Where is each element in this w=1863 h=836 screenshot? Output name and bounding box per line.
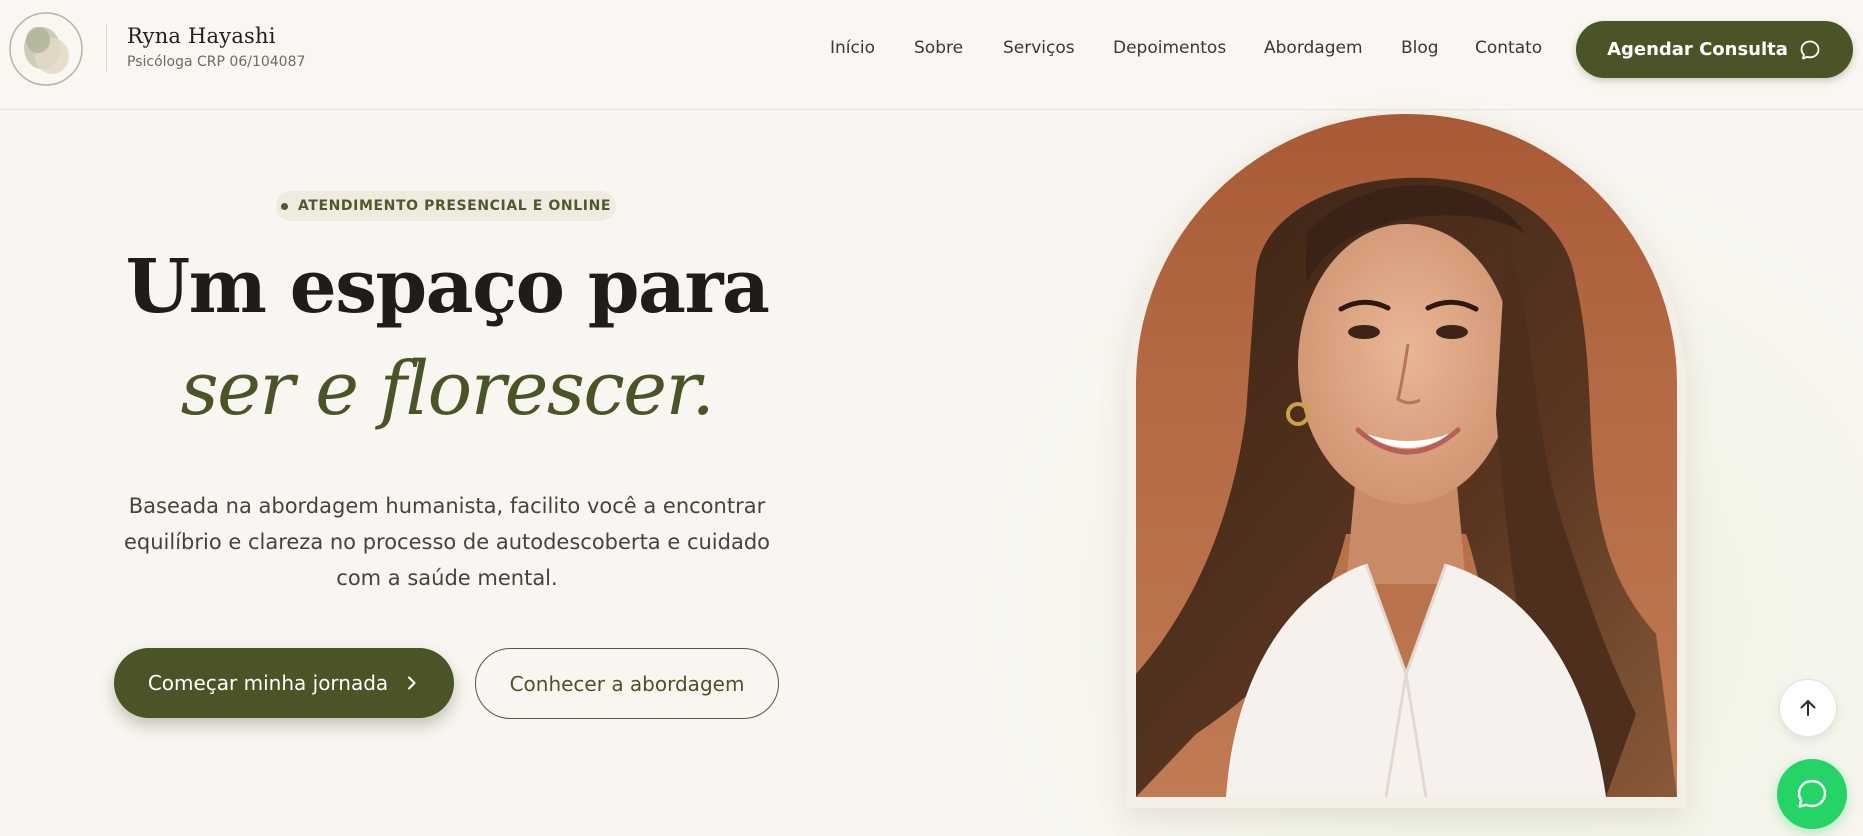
whatsapp-icon bbox=[1797, 779, 1827, 808]
nav-item-depoimentos[interactable]: Depoimentos bbox=[1113, 38, 1226, 58]
scroll-to-top-button[interactable] bbox=[1779, 679, 1837, 737]
service-badge: ATENDIMENTO PRESENCIAL E ONLINE bbox=[276, 191, 616, 221]
whatsapp-button[interactable] bbox=[1777, 759, 1847, 829]
badge-dot-icon bbox=[280, 202, 288, 210]
nav-item-abordagem[interactable]: Abordagem bbox=[1264, 38, 1363, 58]
primary-button-label: Começar minha jornada bbox=[147, 671, 389, 695]
conhecer-abordagem-button[interactable]: Conhecer a abordagem bbox=[475, 648, 779, 719]
portrait-illustration bbox=[1136, 177, 1677, 797]
nav-item-inicio[interactable]: Início bbox=[830, 38, 875, 58]
badge-label: ATENDIMENTO PRESENCIAL E ONLINE bbox=[297, 198, 612, 214]
chat-bubble-icon bbox=[1800, 40, 1820, 59]
comecar-jornada-button[interactable]: Começar minha jornada bbox=[114, 648, 454, 718]
site-header: Ryna Hayashi Psicóloga CRP 06/104087 Iní… bbox=[0, 0, 1863, 110]
hero-title-line2: ser e florescer. bbox=[180, 346, 715, 432]
agendar-consulta-button[interactable]: Agendar Consulta bbox=[1576, 21, 1853, 78]
nav-item-contato[interactable]: Contato bbox=[1475, 38, 1542, 58]
nav-item-blog[interactable]: Blog bbox=[1401, 38, 1439, 58]
nav-item-sobre[interactable]: Sobre bbox=[914, 38, 963, 58]
hero-title-line1: Um espaço para bbox=[125, 244, 770, 330]
chevron-right-icon bbox=[408, 676, 416, 690]
portrait-photo bbox=[1136, 114, 1677, 797]
arrow-up-icon bbox=[1800, 700, 1816, 716]
secondary-button-label: Conhecer a abordagem bbox=[509, 671, 745, 696]
cta-label: Agendar Consulta bbox=[1607, 39, 1788, 60]
nav-item-servicos[interactable]: Serviços bbox=[1003, 38, 1075, 58]
hero-description: Baseada na abordagem humanista, facilito… bbox=[123, 494, 771, 590]
